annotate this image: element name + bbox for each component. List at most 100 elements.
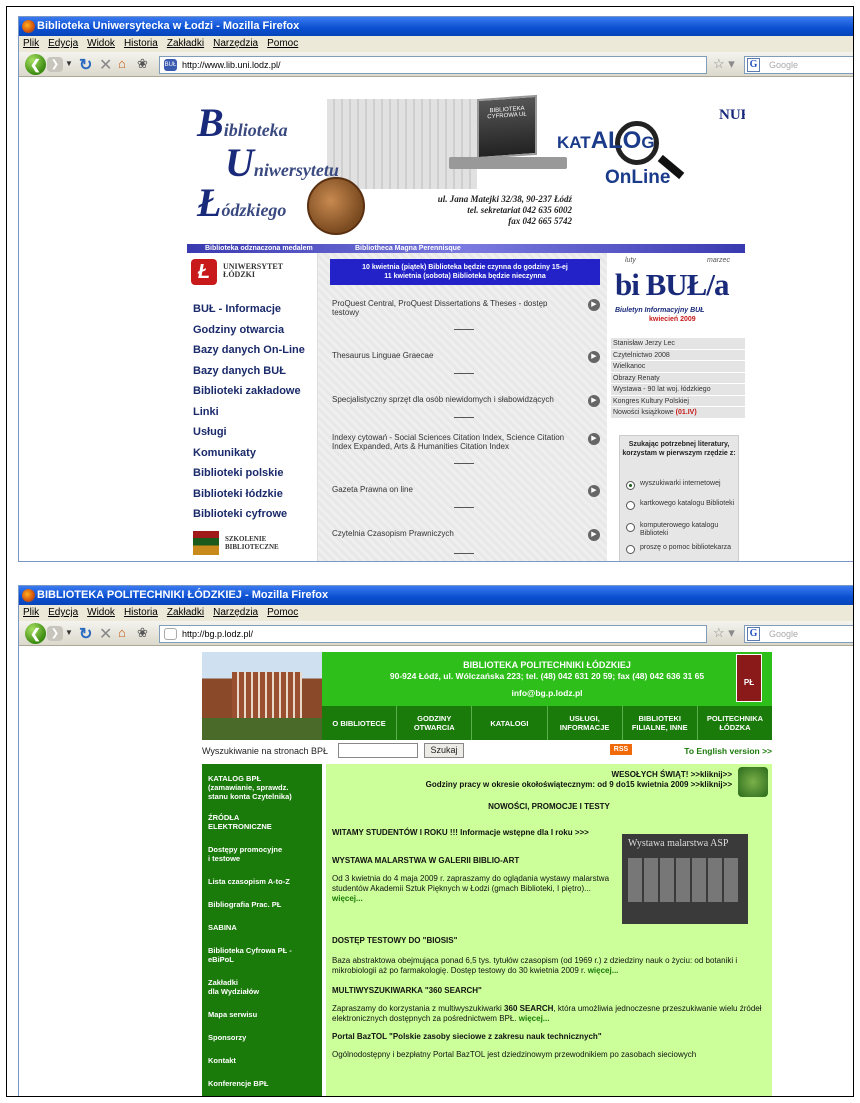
- nav-godziny-otwarcia[interactable]: Godziny otwarcia: [193, 320, 305, 341]
- nav-bazy-online[interactable]: Bazy danych On-Line: [193, 340, 305, 361]
- window-titlebar[interactable]: BIBLIOTEKA POLITECHNIKI ŁÓDZKIEJ - Mozil…: [19, 586, 853, 605]
- menu-zakladki[interactable]: Zakładki: [167, 607, 204, 618]
- nav-bul-informacje[interactable]: BUŁ - Informacje: [193, 299, 305, 320]
- right-link[interactable]: Stanisław Jerzy Lec: [611, 338, 745, 350]
- history-dropdown-icon[interactable]: ▼: [65, 59, 73, 68]
- nav-uslugi[interactable]: Usługi: [193, 422, 305, 443]
- reload-icon[interactable]: ↻: [79, 624, 92, 644]
- nav-biblioteki-cyfrowe[interactable]: Biblioteki cyfrowe: [193, 504, 305, 525]
- pl-crest-icon[interactable]: PŁ: [736, 654, 762, 702]
- right-link[interactable]: Wystawa - 90 lat woj. łódzkiego: [611, 384, 745, 396]
- nav-politechnika-lodzka[interactable]: POLITECHNIKA ŁÓDZKA: [698, 706, 772, 740]
- nav-biblioteki-zakladowe[interactable]: Biblioteki zakładowe: [193, 381, 305, 402]
- news-item[interactable]: Czytelnia Czasopism Prawniczych ▶: [332, 529, 602, 541]
- menu-pomoc[interactable]: Pomoc: [267, 607, 298, 618]
- search-box[interactable]: G Google: [744, 625, 853, 643]
- survey-option[interactable]: komputerowego katalogu Biblioteki: [626, 522, 738, 538]
- wesolych-swiat-link[interactable]: WESOŁYCH ŚWIĄT! >>kliknij>>: [612, 770, 732, 780]
- menu-zakladki[interactable]: Zakładki dla Wydziałów: [208, 978, 322, 996]
- nav-godziny-otwarcia[interactable]: GODZINY OTWARCIA: [397, 706, 473, 740]
- rss-icon[interactable]: RSS: [610, 744, 632, 755]
- godziny-swieta-link[interactable]: Godziny pracy w okresie okołoświątecznym…: [426, 780, 732, 790]
- bpl-email[interactable]: info@bg.p.lodz.pl: [322, 688, 772, 699]
- menu-narzedzia[interactable]: Narzędzia: [213, 607, 258, 618]
- menu-ebipol[interactable]: Biblioteka Cyfrowa PŁ - eBiPoL: [208, 946, 322, 964]
- exhibition-poster[interactable]: Wystawa malarstwa ASP: [622, 834, 748, 924]
- forward-button[interactable]: ❯: [47, 57, 63, 72]
- news-item[interactable]: ProQuest Central, ProQuest Dissertations…: [332, 299, 602, 317]
- news-item[interactable]: Thesaurus Linguae Graecae ▶: [332, 351, 602, 363]
- reload-icon[interactable]: ↻: [79, 55, 92, 75]
- nav-o-bibliotece[interactable]: O BIBLIOTECE: [322, 706, 398, 740]
- witamy-link[interactable]: WITAMY STUDENTÓW I ROKU !!! Informacje w…: [332, 828, 589, 838]
- address-bar[interactable]: http://bg.p.lodz.pl/: [159, 625, 707, 643]
- stop-icon[interactable]: ✕: [99, 624, 112, 644]
- home-icon[interactable]: ⌂: [118, 56, 126, 71]
- menu-zakladki[interactable]: Zakładki: [167, 38, 204, 49]
- nav-biblioteki-filialne[interactable]: BIBLIOTEKI FILIALNE, INNE: [623, 706, 698, 740]
- menu-plik[interactable]: Plik: [23, 607, 39, 618]
- menu-narzedzia[interactable]: Narzędzia: [213, 38, 258, 49]
- wiecej-link[interactable]: więcej...: [519, 1014, 550, 1023]
- menu-dostepy-promocyjne[interactable]: Dostępy promocyjne i testowe: [208, 845, 322, 863]
- uniwersytet-name[interactable]: UNIWERSYTET ŁÓDZKI: [223, 263, 283, 279]
- forward-button[interactable]: ❯: [47, 626, 63, 641]
- nav-uslugi-informacje[interactable]: USŁUGI, INFORMACJE: [548, 706, 623, 740]
- back-button[interactable]: ❮: [25, 623, 46, 644]
- menu-zrodla-elektroniczne[interactable]: ŹRÓDŁA ELEKTRONICZNE: [208, 813, 322, 831]
- wiecej-link[interactable]: więcej...: [332, 894, 363, 903]
- survey-option[interactable]: wyszukiwarki internetowej: [626, 480, 738, 490]
- menu-kontakt[interactable]: Kontakt: [208, 1056, 322, 1065]
- menu-bibliografia[interactable]: Bibliografia Prac. PŁ: [208, 900, 322, 909]
- menu-plik[interactable]: Plik: [23, 38, 39, 49]
- window-titlebar[interactable]: Biblioteka Uniwersytecka w Łodzi - Mozil…: [19, 17, 853, 36]
- back-button[interactable]: ❮: [25, 54, 46, 75]
- szkolenie-link[interactable]: SZKOLENIE BIBLIOTECZNE: [193, 531, 313, 559]
- online-label[interactable]: OnLine: [605, 167, 670, 189]
- menu-lista-czasopism[interactable]: Lista czasopism A-to-Z: [208, 877, 322, 886]
- nav-komunikaty[interactable]: Komunikaty: [193, 443, 305, 464]
- biblioteka-cyfrowa-link[interactable]: BIBLIOTEKA CYFROWA UŁ: [477, 94, 537, 160]
- news-item[interactable]: Indexy cytowań - Social Sciences Citatio…: [332, 433, 602, 451]
- menu-katalog-bpl[interactable]: KATALOG BPŁ (zamawianie, sprawdz. stanu …: [208, 774, 322, 801]
- menu-edycja[interactable]: Edycja: [48, 38, 78, 49]
- menu-historia[interactable]: Historia: [124, 607, 158, 618]
- nav-biblioteki-lodzkie[interactable]: Biblioteki łódzkie: [193, 484, 305, 505]
- extension-icon[interactable]: ❀: [137, 625, 148, 641]
- address-bar[interactable]: BUŁ http://www.lib.uni.lodz.pl/: [159, 56, 707, 74]
- bibula-banner[interactable]: luty marzec bi BUŁ/a Biuletyn Informacyj…: [611, 257, 741, 337]
- menu-mapa-serwisu[interactable]: Mapa serwisu: [208, 1010, 322, 1019]
- menu-historia[interactable]: Historia: [124, 38, 158, 49]
- extension-icon[interactable]: ❀: [137, 56, 148, 72]
- survey-option[interactable]: kartkowego katalogu Biblioteki: [626, 500, 738, 510]
- bookmark-star-icon[interactable]: ☆ ▾: [713, 625, 735, 641]
- survey-option[interactable]: proszę o pomoc bibliotekarza: [626, 544, 738, 554]
- site-search-input[interactable]: [338, 743, 418, 758]
- right-link[interactable]: Czytelnictwo 2008: [611, 349, 745, 361]
- nav-bazy-bul[interactable]: Bazy danych BUŁ: [193, 361, 305, 382]
- bookmark-star-icon[interactable]: ☆ ▾: [713, 56, 735, 72]
- menu-sponsorzy[interactable]: Sponsorzy: [208, 1033, 322, 1042]
- english-version-link[interactable]: To English version >>: [684, 742, 772, 760]
- home-icon[interactable]: ⌂: [118, 625, 126, 640]
- right-link[interactable]: Obrazy Renaty: [611, 372, 745, 384]
- site-search-button[interactable]: Szukaj: [424, 743, 464, 758]
- baztol-heading[interactable]: Portal BazTOL "Polskie zasoby sieciowe z…: [332, 1032, 602, 1042]
- wiecej-link[interactable]: więcej...: [588, 966, 619, 975]
- uniwersytet-logo[interactable]: Ł: [191, 259, 217, 285]
- search-box[interactable]: G Google: [744, 56, 853, 74]
- nav-katalogi[interactable]: KATALOGI: [472, 706, 548, 740]
- menu-pomoc[interactable]: Pomoc: [267, 38, 298, 49]
- menu-widok[interactable]: Widok: [87, 38, 115, 49]
- nav-biblioteki-polskie[interactable]: Biblioteki polskie: [193, 463, 305, 484]
- nav-linki[interactable]: Linki: [193, 402, 305, 423]
- menu-widok[interactable]: Widok: [87, 607, 115, 618]
- history-dropdown-icon[interactable]: ▼: [65, 628, 73, 637]
- katalog-online-link[interactable]: KATALOG: [557, 127, 655, 155]
- stop-icon[interactable]: ✕: [99, 55, 112, 75]
- menu-edycja[interactable]: Edycja: [48, 607, 78, 618]
- menu-sabina[interactable]: SABINA: [208, 923, 322, 932]
- right-link[interactable]: Wielkanoc: [611, 361, 745, 373]
- right-link-nowosci[interactable]: Nowości książkowe (01.IV): [611, 407, 745, 419]
- right-link[interactable]: Kongres Kultury Polskiej: [611, 395, 745, 407]
